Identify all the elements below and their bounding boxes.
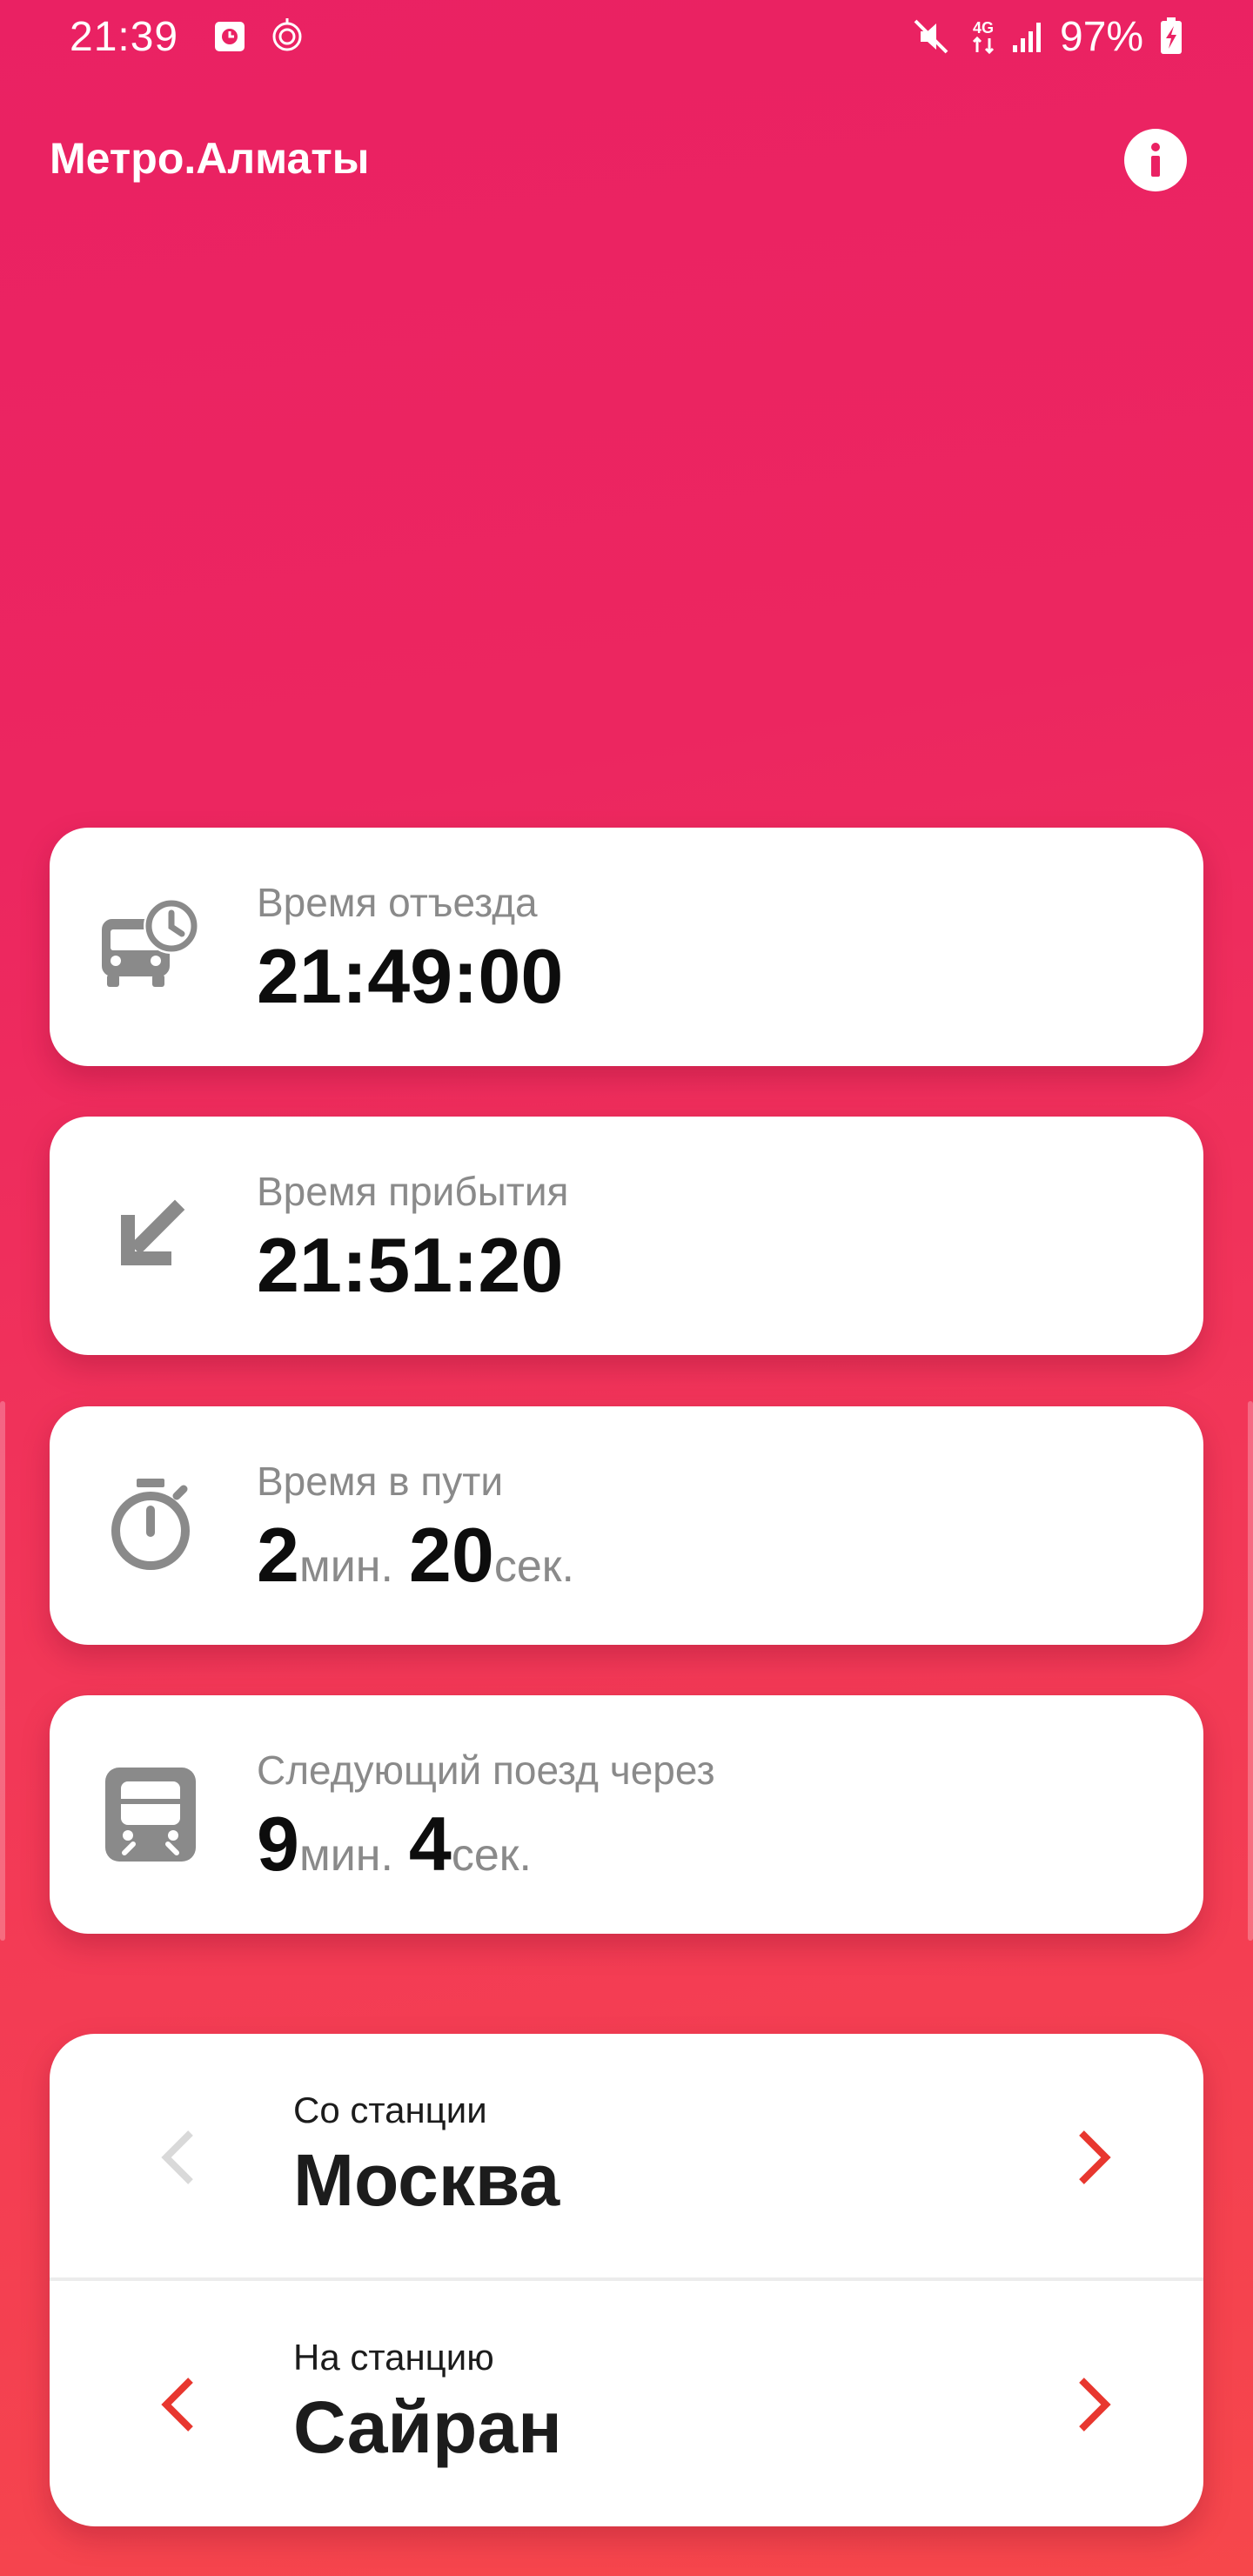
next-train-seconds-unit: сек. bbox=[451, 1830, 532, 1881]
travel-minutes: 2 bbox=[257, 1512, 299, 1598]
train-icon bbox=[98, 1762, 203, 1867]
travel-minutes-unit: мин. bbox=[298, 1541, 393, 1592]
chevron-right-icon bbox=[1079, 2378, 1111, 2432]
from-station-label: Со станции bbox=[293, 2090, 487, 2130]
to-station-next-button[interactable] bbox=[1052, 2365, 1132, 2445]
status-bar: 21:39 4G 97% bbox=[0, 0, 1253, 77]
travel-time-value: 2мин. 20сек. bbox=[257, 1509, 590, 1613]
right-edge-indicator bbox=[1248, 1401, 1253, 1941]
travel-seconds: 20 bbox=[408, 1512, 494, 1598]
departure-card: Время отъезда 21:49:00 bbox=[50, 828, 1203, 1066]
arrival-time: 21:51:20 bbox=[257, 1222, 564, 1308]
to-station-row: На станцию Сайран bbox=[50, 2281, 1203, 2526]
arrival-card: Время прибытия 21:51:20 bbox=[50, 1117, 1203, 1355]
to-station-prev-button[interactable] bbox=[140, 2365, 220, 2445]
to-station-name: Сайран bbox=[293, 2386, 562, 2468]
chevron-right-icon bbox=[1079, 2130, 1111, 2184]
left-edge-indicator bbox=[0, 1401, 5, 1941]
station-selector-card: Со станции Москва На станцию Сайран bbox=[50, 2034, 1203, 2526]
clock-app-icon bbox=[209, 16, 251, 57]
mute-icon bbox=[910, 16, 952, 57]
battery-charging-icon bbox=[1150, 16, 1192, 57]
next-train-minutes-unit: мин. bbox=[298, 1830, 393, 1881]
arrival-label: Время прибытия bbox=[257, 1169, 569, 1214]
notification-icon bbox=[266, 16, 308, 57]
travel-seconds-unit: сек. bbox=[493, 1541, 574, 1592]
from-station-name: Москва bbox=[293, 2139, 560, 2221]
next-train-card: Следующий поезд через 9мин. 4сек. bbox=[50, 1695, 1203, 1934]
from-station-prev-button[interactable] bbox=[140, 2117, 220, 2197]
app-title: Метро.Алматы bbox=[50, 134, 370, 183]
next-train-label: Следующий поезд через bbox=[257, 1748, 715, 1793]
departure-label: Время отъезда bbox=[257, 880, 538, 925]
from-station-next-button[interactable] bbox=[1052, 2117, 1132, 2197]
chevron-left-icon bbox=[161, 2130, 193, 2184]
info-icon bbox=[1151, 143, 1160, 177]
status-time: 21:39 bbox=[70, 14, 179, 60]
stopwatch-icon bbox=[98, 1473, 203, 1578]
to-station-label: На станцию bbox=[293, 2337, 494, 2378]
info-button[interactable] bbox=[1124, 129, 1187, 191]
battery-percent: 97% bbox=[1060, 14, 1144, 60]
next-train-minutes: 9 bbox=[257, 1801, 299, 1887]
next-train-value: 9мин. 4сек. bbox=[257, 1798, 547, 1902]
arrow-down-left-icon bbox=[98, 1184, 203, 1288]
travel-time-label: Время в пути bbox=[257, 1459, 504, 1504]
travel-time-card: Время в пути 2мин. 20сек. bbox=[50, 1406, 1203, 1645]
next-train-seconds: 4 bbox=[408, 1801, 452, 1887]
chevron-left-icon bbox=[161, 2378, 193, 2432]
bus-clock-icon bbox=[98, 895, 203, 999]
network-4g-icon: 4G bbox=[962, 16, 1004, 57]
from-station-row: Со станции Москва bbox=[50, 2034, 1203, 2279]
network-label: 4G bbox=[973, 19, 994, 37]
departure-time: 21:49:00 bbox=[257, 933, 564, 1019]
signal-icon bbox=[1008, 16, 1049, 57]
